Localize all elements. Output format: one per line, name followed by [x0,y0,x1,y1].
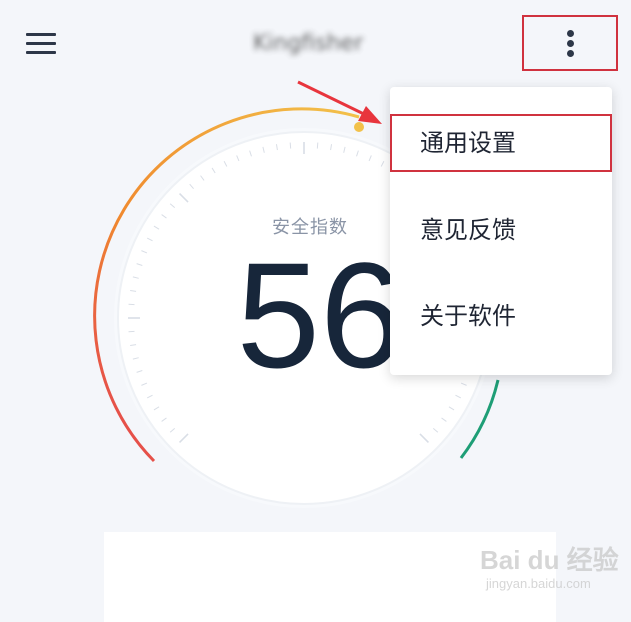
gauge-indicator-dot [354,122,364,132]
annotation-arrow-head [358,106,382,124]
overflow-menu: 通用设置 意见反馈 关于软件 [390,87,612,375]
watermark-url: jingyan.baidu.com [480,575,625,593]
baidu-jingyan-watermark: Bai du 经验 jingyan.baidu.com [480,545,625,605]
menu-item-general-settings[interactable]: 通用设置 [390,114,612,172]
watermark-logo: Bai du 经验 [480,545,625,575]
menu-item-feedback[interactable]: 意见反馈 [390,201,612,259]
menu-item-about[interactable]: 关于软件 [390,287,612,345]
